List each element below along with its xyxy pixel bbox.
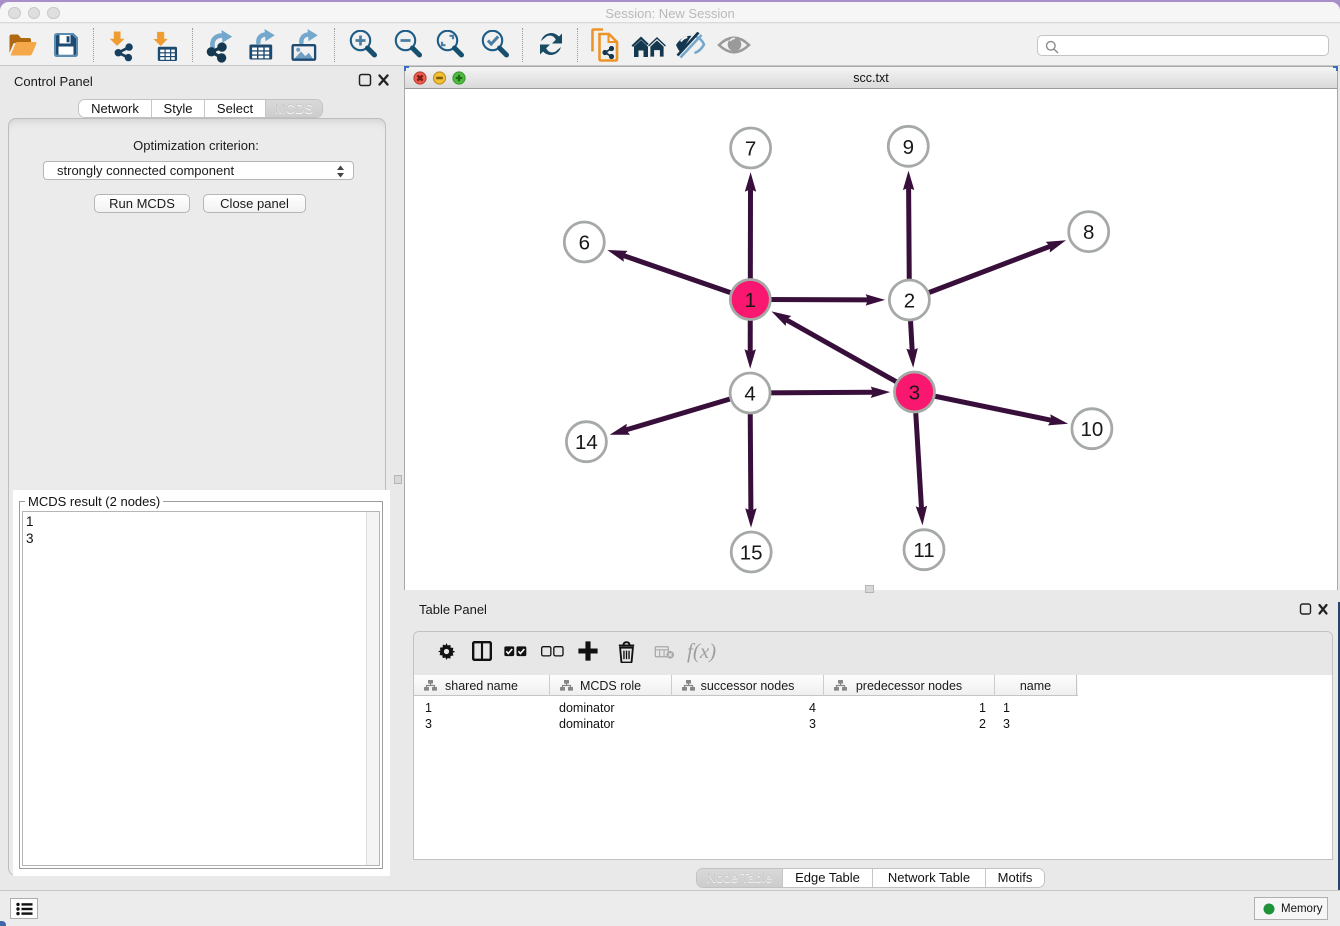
svg-text:14: 14 bbox=[575, 431, 598, 454]
svg-text:9: 9 bbox=[903, 136, 914, 159]
svg-text:8: 8 bbox=[1083, 221, 1094, 244]
svg-text:6: 6 bbox=[579, 232, 590, 255]
svg-text:11: 11 bbox=[913, 539, 934, 562]
svg-text:4: 4 bbox=[744, 383, 755, 406]
svg-text:2: 2 bbox=[904, 290, 915, 313]
svg-text:1: 1 bbox=[745, 289, 756, 312]
svg-text:15: 15 bbox=[740, 542, 763, 565]
svg-text:3: 3 bbox=[909, 382, 920, 405]
svg-text:10: 10 bbox=[1080, 418, 1103, 441]
svg-text:7: 7 bbox=[745, 138, 756, 161]
